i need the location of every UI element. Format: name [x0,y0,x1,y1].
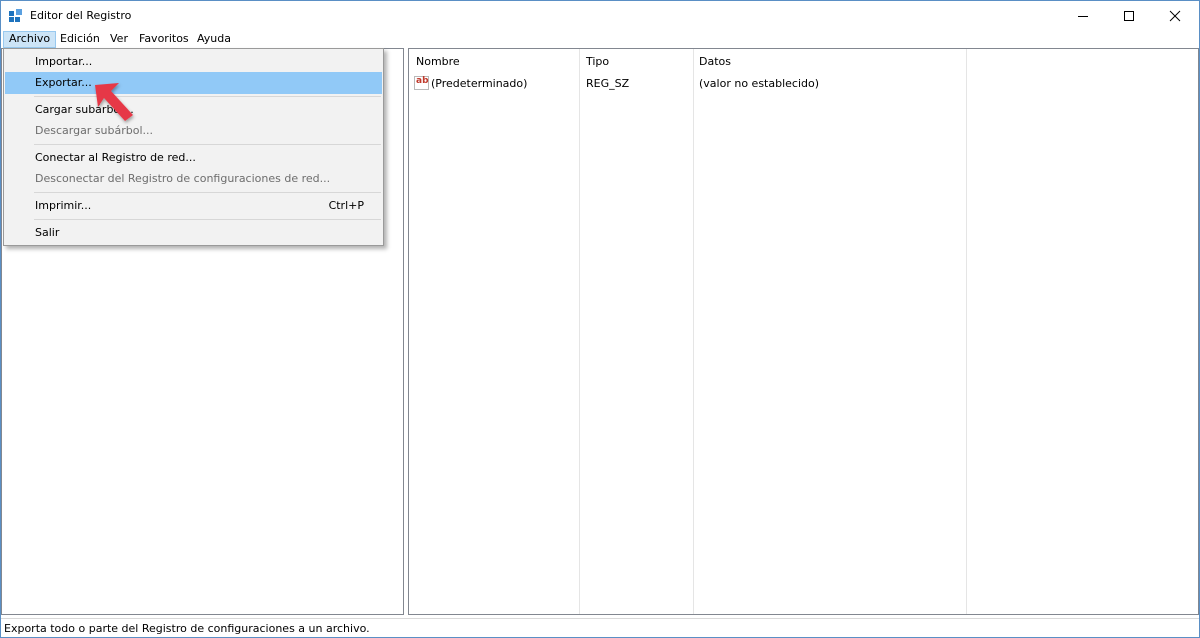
registry-editor-window: Editor del Registro Archivo Edición Ver … [0,0,1200,638]
pointer-arrow-icon [95,83,133,121]
column-divider[interactable] [966,49,967,614]
value-data: (valor no establecido) [699,77,820,90]
minimize-icon [1078,16,1088,17]
values-pane[interactable]: Nombre Tipo Datos ab (Predeterminado) RE… [408,48,1199,615]
archivo-dropdown-menu: Importar... Exportar... Cargar subárbol.… [3,48,384,246]
minimize-button[interactable] [1060,1,1106,31]
window-title: Editor del Registro [30,9,132,22]
menu-bar: Archivo Edición Ver Favoritos Ayuda [1,31,1199,48]
menu-item-desconectar-registro-red: Desconectar del Registro de configuracio… [35,172,331,185]
menu-item-salir[interactable]: Salir [5,222,382,244]
column-divider[interactable] [693,49,694,614]
menu-item-cargar-subarbol[interactable]: Cargar subárbol... [5,99,382,121]
menu-separator [34,96,381,97]
string-value-icon: ab [414,76,429,90]
status-text: Exporta todo o parte del Registro de con… [4,622,370,635]
menu-item-conectar-registro-red[interactable]: Conectar al Registro de red... [5,147,382,169]
menu-separator [34,144,381,145]
menu-ayuda[interactable]: Ayuda [192,31,236,48]
value-name[interactable]: (Predeterminado) [431,77,527,90]
close-icon [1169,10,1181,22]
maximize-icon [1124,11,1134,21]
menu-item-descargar-subarbol: Descargar subárbol... [35,124,154,137]
status-bar: Exporta todo o parte del Registro de con… [1,618,1199,637]
menu-separator [34,219,381,220]
menu-favoritos[interactable]: Favoritos [134,31,194,48]
title-bar[interactable]: Editor del Registro [1,1,1199,31]
column-divider[interactable] [579,49,580,614]
shortcut-ctrl-p: Ctrl+P [328,199,364,212]
column-header-nombre[interactable]: Nombre [416,55,460,68]
column-header-tipo[interactable]: Tipo [586,55,609,68]
menu-archivo[interactable]: Archivo [3,31,57,48]
menu-edicion[interactable]: Edición [55,31,105,48]
menu-ver[interactable]: Ver [105,31,133,48]
menu-separator [34,192,381,193]
maximize-button[interactable] [1106,1,1152,31]
value-type: REG_SZ [586,77,630,90]
registry-editor-icon [9,9,22,22]
close-button[interactable] [1152,1,1198,31]
menu-item-imprimir[interactable]: Imprimir... Ctrl+P [5,195,382,217]
column-header-datos[interactable]: Datos [699,55,731,68]
menu-item-exportar[interactable]: Exportar... [5,72,382,94]
menu-item-importar[interactable]: Importar... [5,51,382,73]
